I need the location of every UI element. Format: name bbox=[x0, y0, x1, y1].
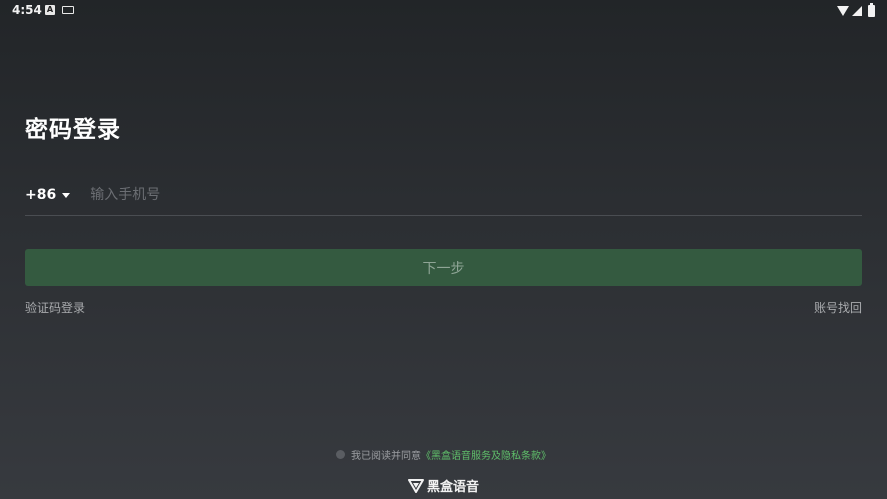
agreement-row: 我已阅读并同意 《黑盒语音服务及隐私条款》 bbox=[0, 447, 887, 462]
country-code-label: +86 bbox=[25, 187, 57, 203]
next-button[interactable]: 下一步 bbox=[25, 249, 862, 286]
phone-input-row: +86 bbox=[25, 175, 862, 216]
brand-logo-icon bbox=[407, 478, 424, 493]
account-recovery-link[interactable]: 账号找回 bbox=[814, 299, 862, 316]
page-title: 密码登录 bbox=[25, 117, 121, 143]
agreement-prefix: 我已阅读并同意 bbox=[351, 451, 421, 462]
notification-card-icon bbox=[62, 6, 74, 14]
brand-footer: 黑盒语音 bbox=[0, 476, 887, 495]
cell-signal-icon bbox=[852, 6, 862, 16]
status-time: 4:54 bbox=[12, 3, 42, 17]
country-code-selector[interactable]: +86 bbox=[25, 187, 71, 203]
status-right-icons bbox=[837, 3, 875, 18]
wifi-icon bbox=[837, 6, 849, 16]
caret-down-icon bbox=[62, 192, 71, 198]
notification-a-icon: A bbox=[45, 5, 55, 15]
terms-link[interactable]: 《黑盒语音服务及隐私条款》 bbox=[421, 447, 551, 462]
phone-number-input[interactable] bbox=[88, 179, 862, 211]
code-login-link[interactable]: 验证码登录 bbox=[25, 299, 85, 316]
brand-name: 黑盒语音 bbox=[426, 480, 479, 495]
status-bar: 4:54 A bbox=[0, 0, 887, 22]
battery-icon bbox=[868, 3, 875, 17]
agree-radio-button[interactable] bbox=[336, 450, 345, 459]
